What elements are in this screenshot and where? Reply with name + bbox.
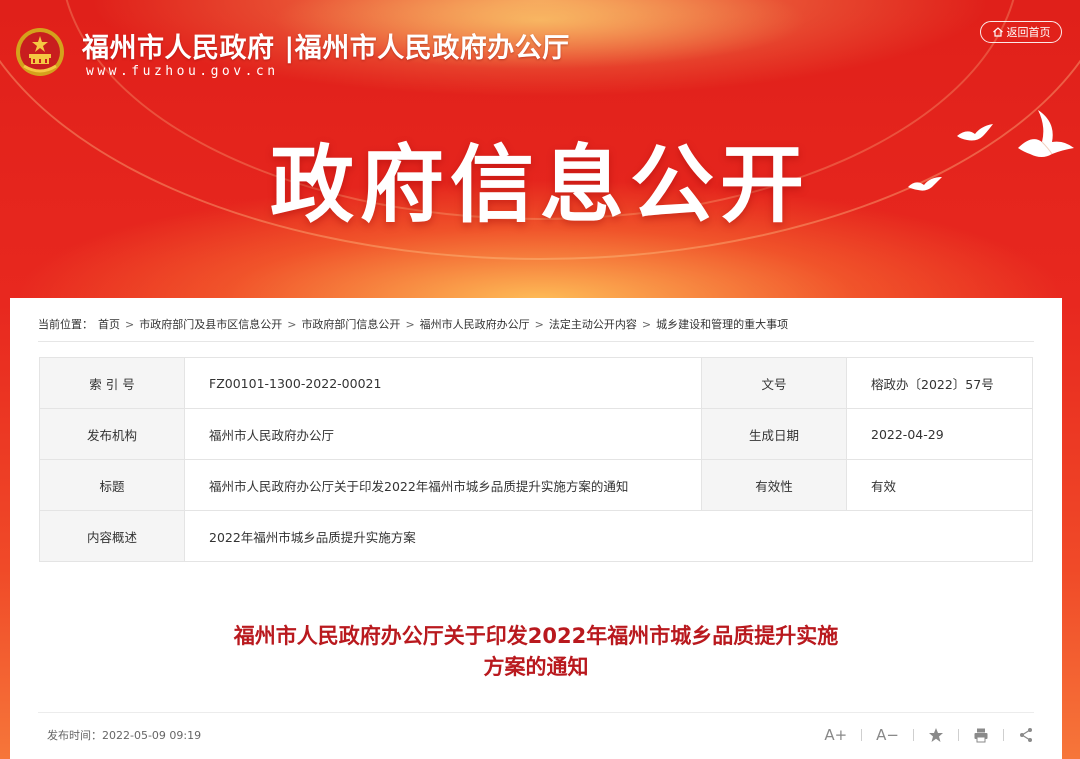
title-label: 标题	[39, 459, 185, 511]
document-meta-table: 索 引 号 FZ00101-1300-2022-00021 文号 榕政办〔202…	[39, 357, 1033, 562]
breadcrumb-item[interactable]: 市政府部门及县市区信息公开	[139, 316, 282, 332]
home-icon	[992, 27, 1003, 37]
document-title-line: 福州市人民政府办公厅关于印发2022年福州市城乡品质提升实施	[233, 624, 839, 648]
toolbar-divider	[958, 729, 959, 741]
breadcrumb: 当前位置： 首页 > 市政府部门及县市区信息公开 > 市政府部门信息公开 > 福…	[38, 316, 789, 332]
table-row: 发布机构 福州市人民政府办公厅 生成日期 2022-04-29	[39, 408, 1033, 460]
article-toolbar: A+ A−	[824, 726, 1034, 744]
docno-value: 榕政办〔2022〕57号	[846, 357, 1033, 409]
print-button[interactable]	[973, 727, 989, 743]
divider	[38, 341, 1034, 342]
divider	[38, 712, 1034, 713]
publish-time: 发布时间：2022-05-09 09:19	[47, 729, 202, 742]
breadcrumb-item[interactable]: 法定主动公开内容	[549, 316, 637, 332]
site-url: www.fuzhou.gov.cn	[86, 64, 279, 79]
toolbar-divider	[861, 729, 863, 741]
docno-label: 文号	[701, 357, 847, 409]
print-icon	[974, 728, 988, 743]
validity-label: 有效性	[701, 459, 847, 511]
table-row: 标题 福州市人民政府办公厅关于印发2022年福州市城乡品质提升实施方案的通知 有…	[39, 459, 1033, 511]
table-row: 内容概述 2022年福州市城乡品质提升实施方案	[39, 510, 1033, 562]
breadcrumb-item[interactable]: 市政府部门信息公开	[301, 316, 400, 332]
breadcrumb-item[interactable]: 福州市人民政府办公厅	[420, 316, 530, 332]
dove-icon	[908, 177, 942, 191]
index-value: FZ00101-1300-2022-00021	[184, 357, 702, 409]
content-card: 当前位置： 首页 > 市政府部门及县市区信息公开 > 市政府部门信息公开 > 福…	[10, 298, 1062, 759]
summary-value: 2022年福州市城乡品质提升实施方案	[184, 510, 1033, 562]
share-button[interactable]	[1018, 727, 1034, 743]
share-icon	[1020, 728, 1032, 742]
org-label: 发布机构	[39, 408, 185, 460]
star-icon	[929, 728, 943, 742]
validity-value: 有效	[846, 459, 1033, 511]
favorite-button[interactable]	[928, 727, 944, 743]
national-emblem-icon	[16, 28, 64, 76]
date-label: 生成日期	[701, 408, 847, 460]
table-row: 索 引 号 FZ00101-1300-2022-00021 文号 榕政办〔202…	[39, 357, 1033, 409]
document-title-line: 方案的通知	[483, 655, 589, 679]
font-increase-button[interactable]: A+	[824, 726, 847, 744]
home-button-label: 返回首页	[1006, 26, 1051, 39]
summary-label: 内容概述	[39, 510, 185, 562]
toolbar-divider	[1003, 729, 1004, 741]
title-value: 福州市人民政府办公厅关于印发2022年福州市城乡品质提升实施方案的通知	[184, 459, 702, 511]
toolbar-divider	[913, 729, 914, 741]
site-title[interactable]: 福州市人民政府 |福州市人民政府办公厅	[82, 26, 570, 65]
breadcrumb-label: 当前位置：	[38, 318, 93, 331]
date-value: 2022-04-29	[846, 408, 1033, 460]
dove-icon	[1018, 110, 1074, 157]
dove-icon	[957, 124, 993, 141]
breadcrumb-item[interactable]: 首页	[98, 316, 120, 332]
font-decrease-button[interactable]: A−	[876, 726, 899, 744]
org-value: 福州市人民政府办公厅	[184, 408, 702, 460]
breadcrumb-item[interactable]: 城乡建设和管理的重大事项	[656, 316, 788, 332]
index-label: 索 引 号	[39, 357, 185, 409]
document-title: 福州市人民政府办公厅关于印发2022年福州市城乡品质提升实施 方案的通知	[10, 621, 1062, 683]
home-button[interactable]: 返回首页	[980, 21, 1062, 43]
